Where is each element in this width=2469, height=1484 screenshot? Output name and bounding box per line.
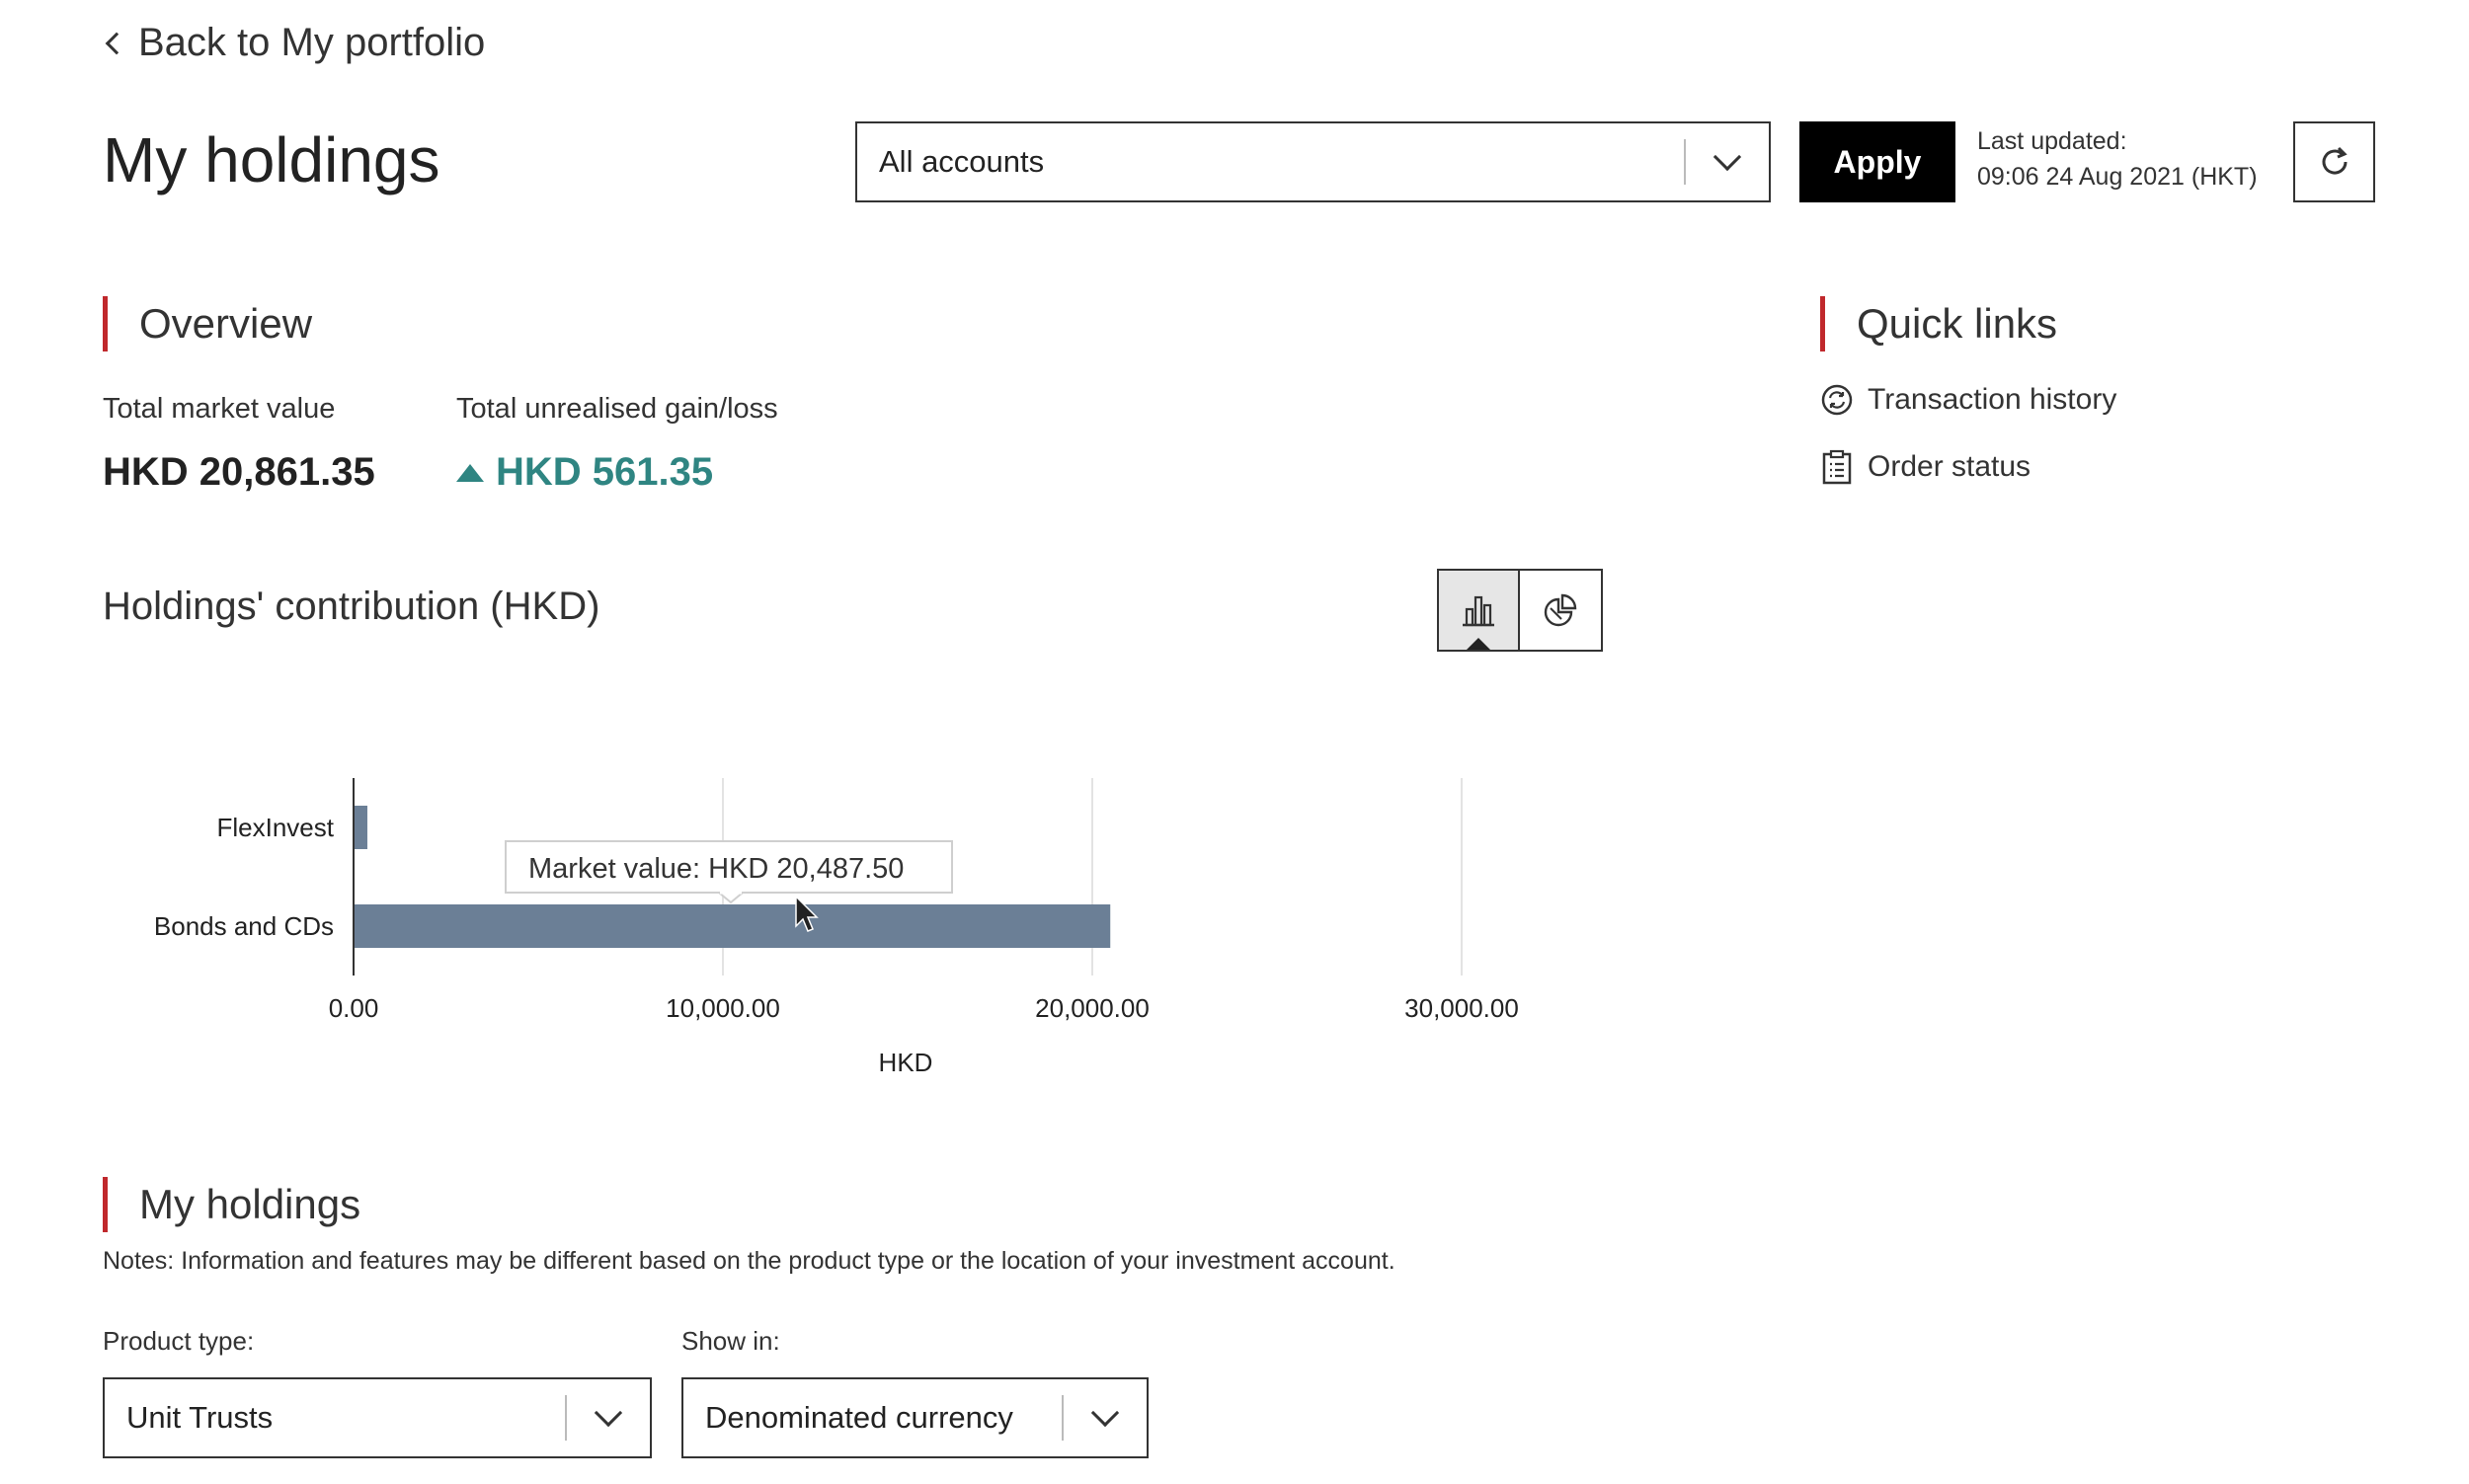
back-to-portfolio-link[interactable]: Back to My portfolio xyxy=(103,20,485,65)
chevron-down-icon xyxy=(567,1379,650,1456)
chevron-down-icon xyxy=(1064,1379,1147,1456)
show-in-value: Denominated currency xyxy=(705,1400,1013,1435)
x-tick-label: 0.00 xyxy=(329,993,379,1023)
quick-link-order-status[interactable]: Order status xyxy=(1820,449,2031,485)
quick-link-label: Transaction history xyxy=(1868,383,2117,416)
account-select[interactable]: All accounts xyxy=(855,121,1771,202)
x-tick-label: 20,000.00 xyxy=(1035,993,1150,1023)
holdings-bar-chart: 0.00 10,000.00 20,000.00 30,000.00 FlexInves… xyxy=(154,778,1519,1077)
last-updated: Last updated: 09:06 24 Aug 2021 (HKT) xyxy=(1977,123,2258,195)
total-market-value-label: Total market value xyxy=(103,393,336,425)
section-accent-bar xyxy=(103,1177,108,1232)
bar-chart-icon xyxy=(1463,595,1494,627)
section-accent-bar xyxy=(103,296,108,351)
bar-flexinvest[interactable] xyxy=(354,806,367,849)
x-tick-label: 10,000.00 xyxy=(666,993,780,1023)
tooltip-text: Market value: HKD 20,487.50 xyxy=(528,853,904,885)
quick-links-header: Quick links xyxy=(1820,296,2057,351)
overview-title: Overview xyxy=(139,300,313,347)
total-unrealised-gain: HKD 561.35 xyxy=(456,450,713,495)
chevron-left-icon xyxy=(105,32,128,55)
quick-link-label: Order status xyxy=(1868,450,2031,483)
bar-chart-toggle[interactable] xyxy=(1439,571,1520,650)
chart-type-toggle[interactable] xyxy=(1437,569,1603,652)
chevron-down-icon xyxy=(1686,123,1769,200)
product-type-select[interactable]: Unit Trusts xyxy=(103,1377,652,1458)
my-holdings-header: My holdings xyxy=(103,1177,360,1232)
section-accent-bar xyxy=(1820,296,1825,351)
holdings-notes: Notes: Information and features may be d… xyxy=(103,1247,1395,1275)
pie-chart-toggle[interactable] xyxy=(1520,571,1601,650)
x-axis-title: HKD xyxy=(879,1048,933,1077)
last-updated-label: Last updated: xyxy=(1977,127,2127,155)
my-holdings-title: My holdings xyxy=(139,1181,361,1227)
gain-up-icon xyxy=(456,463,484,482)
category-label: FlexInvest xyxy=(217,813,335,842)
apply-button[interactable]: Apply xyxy=(1799,121,1955,202)
chart-tooltip: Market value: HKD 20,487.50 xyxy=(505,840,953,904)
product-type-label: Product type: xyxy=(103,1326,255,1356)
refresh-icon xyxy=(2322,146,2348,175)
quick-links-title: Quick links xyxy=(1857,300,2058,347)
product-type-value: Unit Trusts xyxy=(126,1400,274,1435)
show-in-label: Show in: xyxy=(681,1326,780,1356)
quick-link-transaction-history[interactable]: Transaction history xyxy=(1820,383,2116,417)
back-link-label: Back to My portfolio xyxy=(138,20,486,64)
page-title: My holdings xyxy=(103,124,440,195)
last-updated-value: 09:06 24 Aug 2021 (HKT) xyxy=(1977,163,2258,191)
account-select-value: All accounts xyxy=(879,144,1045,179)
clipboard-icon xyxy=(1822,449,1852,485)
total-unrealised-value: HKD 561.35 xyxy=(496,450,714,494)
total-market-value: HKD 20,861.35 xyxy=(103,450,375,494)
bar-bonds-and-cds[interactable] xyxy=(354,904,1111,948)
total-unrealised-label: Total unrealised gain/loss xyxy=(456,393,778,425)
transaction-history-icon xyxy=(1821,384,1853,416)
category-label: Bonds and CDs xyxy=(154,911,334,941)
show-in-select[interactable]: Denominated currency xyxy=(681,1377,1149,1458)
x-tick-label: 30,000.00 xyxy=(1404,993,1519,1023)
overview-header: Overview xyxy=(103,296,312,351)
refresh-button[interactable] xyxy=(2293,121,2375,202)
chart-title: Holdings' contribution (HKD) xyxy=(103,585,600,628)
pie-chart-icon xyxy=(1544,593,1577,627)
